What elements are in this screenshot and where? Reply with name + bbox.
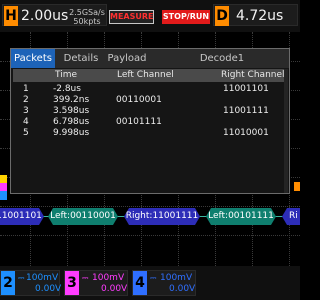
- row-right-channel: 11010001: [223, 128, 269, 138]
- timebase-value: 2.00us: [21, 8, 69, 24]
- dc-coupling-icon: ⎓: [82, 273, 89, 282]
- table-row[interactable]: 3 3.598us 11001111: [13, 106, 287, 117]
- grid-line: [0, 235, 300, 236]
- row-index: 5: [23, 128, 29, 138]
- tab-payload[interactable]: Payload: [107, 49, 147, 68]
- tab-decode1[interactable]: Decode1: [197, 49, 247, 68]
- table-header: Time Left Channel Right Channel: [13, 69, 287, 82]
- channel-4-number: 4: [133, 271, 147, 295]
- column-header-time: Time: [55, 70, 78, 80]
- row-index: 1: [23, 84, 29, 94]
- row-right-channel: 11001111: [223, 106, 269, 116]
- measure-button[interactable]: MEASURE: [109, 10, 154, 24]
- row-time: 6.798us: [53, 117, 90, 127]
- channel-status-bar: 2 ⎓ 100mV 0.00V 3 ⎓ 100mV 0.00V 4 ⎓ 100m…: [0, 266, 300, 300]
- bus-segment-left[interactable]: Left:00110001: [48, 208, 118, 225]
- bus-segment-right[interactable]: 11001101: [0, 208, 44, 225]
- channel-4-box[interactable]: 4 ⎓ 100mV 0.00V: [132, 270, 196, 296]
- row-index: 3: [23, 106, 29, 116]
- column-header-left-channel: Left Channel: [117, 70, 174, 80]
- horizontal-label: H: [4, 6, 18, 26]
- row-left-channel: 00110001: [116, 95, 162, 105]
- sample-rate: 2.5GSa/s: [69, 8, 105, 17]
- channel-2-scale: 100mV: [26, 273, 59, 283]
- memory-depth: 50kpts: [73, 17, 101, 26]
- channel-3-box[interactable]: 3 ⎓ 100mV 0.00V: [64, 270, 128, 296]
- row-time: -2.8us: [53, 84, 81, 94]
- row-right-channel: 11001101: [223, 84, 269, 94]
- acquisition-info: 2.5GSa/s 50kpts: [67, 8, 107, 26]
- delay-label: D: [215, 6, 229, 26]
- row-time: 399.2ns: [53, 95, 90, 105]
- dc-coupling-icon: ⎓: [150, 273, 157, 282]
- row-index: 4: [23, 117, 29, 127]
- row-left-channel: 00101111: [116, 117, 162, 127]
- table-row[interactable]: 2 399.2ns 00110001: [13, 95, 287, 106]
- table-row[interactable]: 4 6.798us 00101111: [13, 117, 287, 128]
- channel-4-scale: 100mV: [160, 273, 193, 283]
- channel-3-offset: 0.00V: [101, 284, 128, 294]
- dc-coupling-icon: ⎓: [18, 273, 25, 282]
- bus-segment-left[interactable]: Left:00101111: [206, 208, 276, 225]
- column-header-right-channel: Right Channel: [221, 70, 285, 80]
- row-time: 3.598us: [53, 106, 90, 116]
- tab-details[interactable]: Details: [61, 49, 101, 68]
- channel-2-box[interactable]: 2 ⎓ 100mV 0.00V: [0, 270, 62, 296]
- bus-segment-right[interactable]: Right:11001111: [124, 208, 200, 225]
- tab-packets[interactable]: Packets: [11, 49, 55, 68]
- row-time: 9.998us: [53, 128, 90, 138]
- table-scrollbar[interactable]: [284, 69, 288, 193]
- channel-3-number: 3: [65, 271, 79, 295]
- dialog-tabs: Packets Details Payload Decode1: [11, 49, 289, 68]
- waveform-display[interactable]: Packets Details Payload Decode1 Time Lef…: [0, 32, 300, 266]
- row-index: 2: [23, 95, 29, 105]
- packet-table-dialog: Packets Details Payload Decode1 Time Lef…: [10, 48, 290, 194]
- delay-value: 4.72us: [236, 8, 284, 24]
- table-row[interactable]: 1 -2.8us 11001101: [13, 84, 287, 95]
- bus-segment-right[interactable]: Ri: [282, 208, 300, 225]
- top-status-bar: H 2.00us 2.5GSa/s 50kpts MEASURE STOP/RU…: [0, 0, 300, 32]
- channel-2-offset: 0.00V: [35, 284, 62, 294]
- horizontal-timebase-box[interactable]: H 2.00us 2.5GSa/s 50kpts: [2, 4, 107, 26]
- channel-3-scale: 100mV: [92, 273, 125, 283]
- channel-4-offset: 0.00V: [169, 284, 196, 294]
- stop-run-button[interactable]: STOP/RUN: [162, 10, 210, 24]
- channel-2-offset-marker[interactable]: [0, 191, 7, 200]
- grid-line: [0, 206, 300, 207]
- trigger-level-marker[interactable]: [294, 182, 300, 191]
- channel-2-number: 2: [1, 271, 15, 295]
- table-row[interactable]: 5 9.998us 11010001: [13, 128, 287, 139]
- delay-box[interactable]: D 4.72us: [213, 4, 298, 26]
